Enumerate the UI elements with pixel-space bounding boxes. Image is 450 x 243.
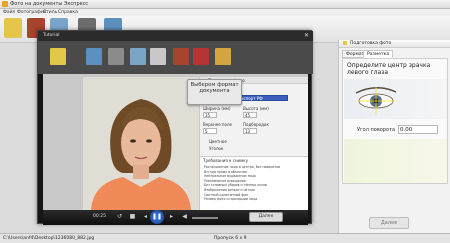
video-title-bar: Tutorial ✕ xyxy=(38,31,313,41)
markup-heading: Определите центр зрачка левого глаза xyxy=(347,62,431,76)
right-panel-title: Подготовка фото xyxy=(350,41,392,46)
save-icon xyxy=(215,48,231,65)
tutorial-video-window: Tutorial ✕ Паспорт РФ Ширина (мм) Высота… xyxy=(37,30,313,225)
status-bar: C:\Users\anf4\Desktop\1236080_882.jpg Пр… xyxy=(0,233,450,243)
top-margin-label: Верхнее поле xyxy=(203,122,232,127)
portrait-photo xyxy=(83,77,199,210)
close-icon[interactable]: ✕ xyxy=(304,32,309,39)
menu-help[interactable]: Справка xyxy=(58,10,78,15)
app-logo-icon xyxy=(2,1,8,7)
right-panel-header: Подготовка фото xyxy=(339,40,450,48)
preview-area xyxy=(344,139,447,183)
title-bar: Фото на документы Экспресс xyxy=(0,0,450,9)
volume-icon[interactable]: ◀ xyxy=(180,213,189,221)
open-folder-icon xyxy=(50,48,66,65)
volume-slider[interactable] xyxy=(192,217,218,219)
eye-image xyxy=(344,79,447,119)
markup-panel: Определите центр зрачка левого глаза Уго… xyxy=(342,58,448,184)
right-panel: Подготовка фото Формат Разметка Определи… xyxy=(338,40,450,233)
format-select: Паспорт РФ xyxy=(236,95,288,101)
video-controls: 00:25 ↺ ■ ◂ ❚❚ ▸ ◀ Далее xyxy=(43,210,308,225)
next-icon[interactable]: ▸ xyxy=(167,213,176,221)
inner-next-button: Далее xyxy=(249,212,283,222)
menu-file[interactable]: Файл xyxy=(3,10,15,15)
app-window: Фото на документы Экспресс Файл Фотограф… xyxy=(0,0,450,243)
angle-label: Угол поворота xyxy=(357,127,396,133)
tutorial-callout: Выберем формат документа xyxy=(187,79,242,105)
menu-bar: Файл Фотография Стиль Справка xyxy=(0,9,450,16)
camera-icon xyxy=(173,48,189,65)
stop-icon[interactable]: ■ xyxy=(128,213,137,221)
photo-icon xyxy=(193,48,209,65)
edit-icon xyxy=(86,48,102,65)
width-label: Ширина (мм) xyxy=(203,106,231,111)
angle-input[interactable]: 0.00 xyxy=(398,125,438,134)
height-label: Высота (мм) xyxy=(243,106,269,111)
top-margin-input: 5 xyxy=(203,128,217,134)
corners-checkbox-label: Уголок xyxy=(209,146,224,151)
page-icon xyxy=(150,48,166,65)
rewind-icon[interactable]: ↺ xyxy=(115,213,124,221)
window-title: Фото на документы Экспресс xyxy=(10,1,89,7)
chin-input: 13 xyxy=(243,128,257,134)
video-time: 00:25 xyxy=(93,214,106,219)
menu-style[interactable]: Стиль xyxy=(43,10,57,15)
open-folder-icon[interactable] xyxy=(4,18,22,38)
requirement-item: Размер фото и пропорции лица xyxy=(204,197,258,202)
chin-label: Подбородок xyxy=(243,122,269,127)
video-toolbar xyxy=(38,41,313,74)
requirement-item: Расположение лица в центре, без поворото… xyxy=(204,165,280,169)
crop-icon xyxy=(130,48,146,65)
tab-markup[interactable]: Разметка xyxy=(363,50,394,58)
status-file-path: C:\Users\anf4\Desktop\1236080_882.jpg xyxy=(3,236,95,241)
video-title: Tutorial xyxy=(43,33,60,38)
requirements-header: Требования к снимку xyxy=(203,158,248,163)
requirements-box: Требования к снимку Расположение лица в … xyxy=(200,156,308,210)
height-input: 45 xyxy=(243,112,257,118)
status-format-info: Пропуск 6 х 9 xyxy=(214,236,247,241)
pause-button[interactable]: ❚❚ xyxy=(150,210,164,224)
width-input: 35 xyxy=(203,112,217,118)
next-button[interactable]: Далее xyxy=(369,217,409,229)
color-checkbox-label: Цветное xyxy=(209,139,227,144)
previous-icon[interactable]: ◂ xyxy=(141,213,150,221)
video-frame: Подготовка фото Формат Разметка Паспорт … xyxy=(43,74,308,225)
print-icon xyxy=(108,48,124,65)
panel-icon xyxy=(343,41,347,45)
